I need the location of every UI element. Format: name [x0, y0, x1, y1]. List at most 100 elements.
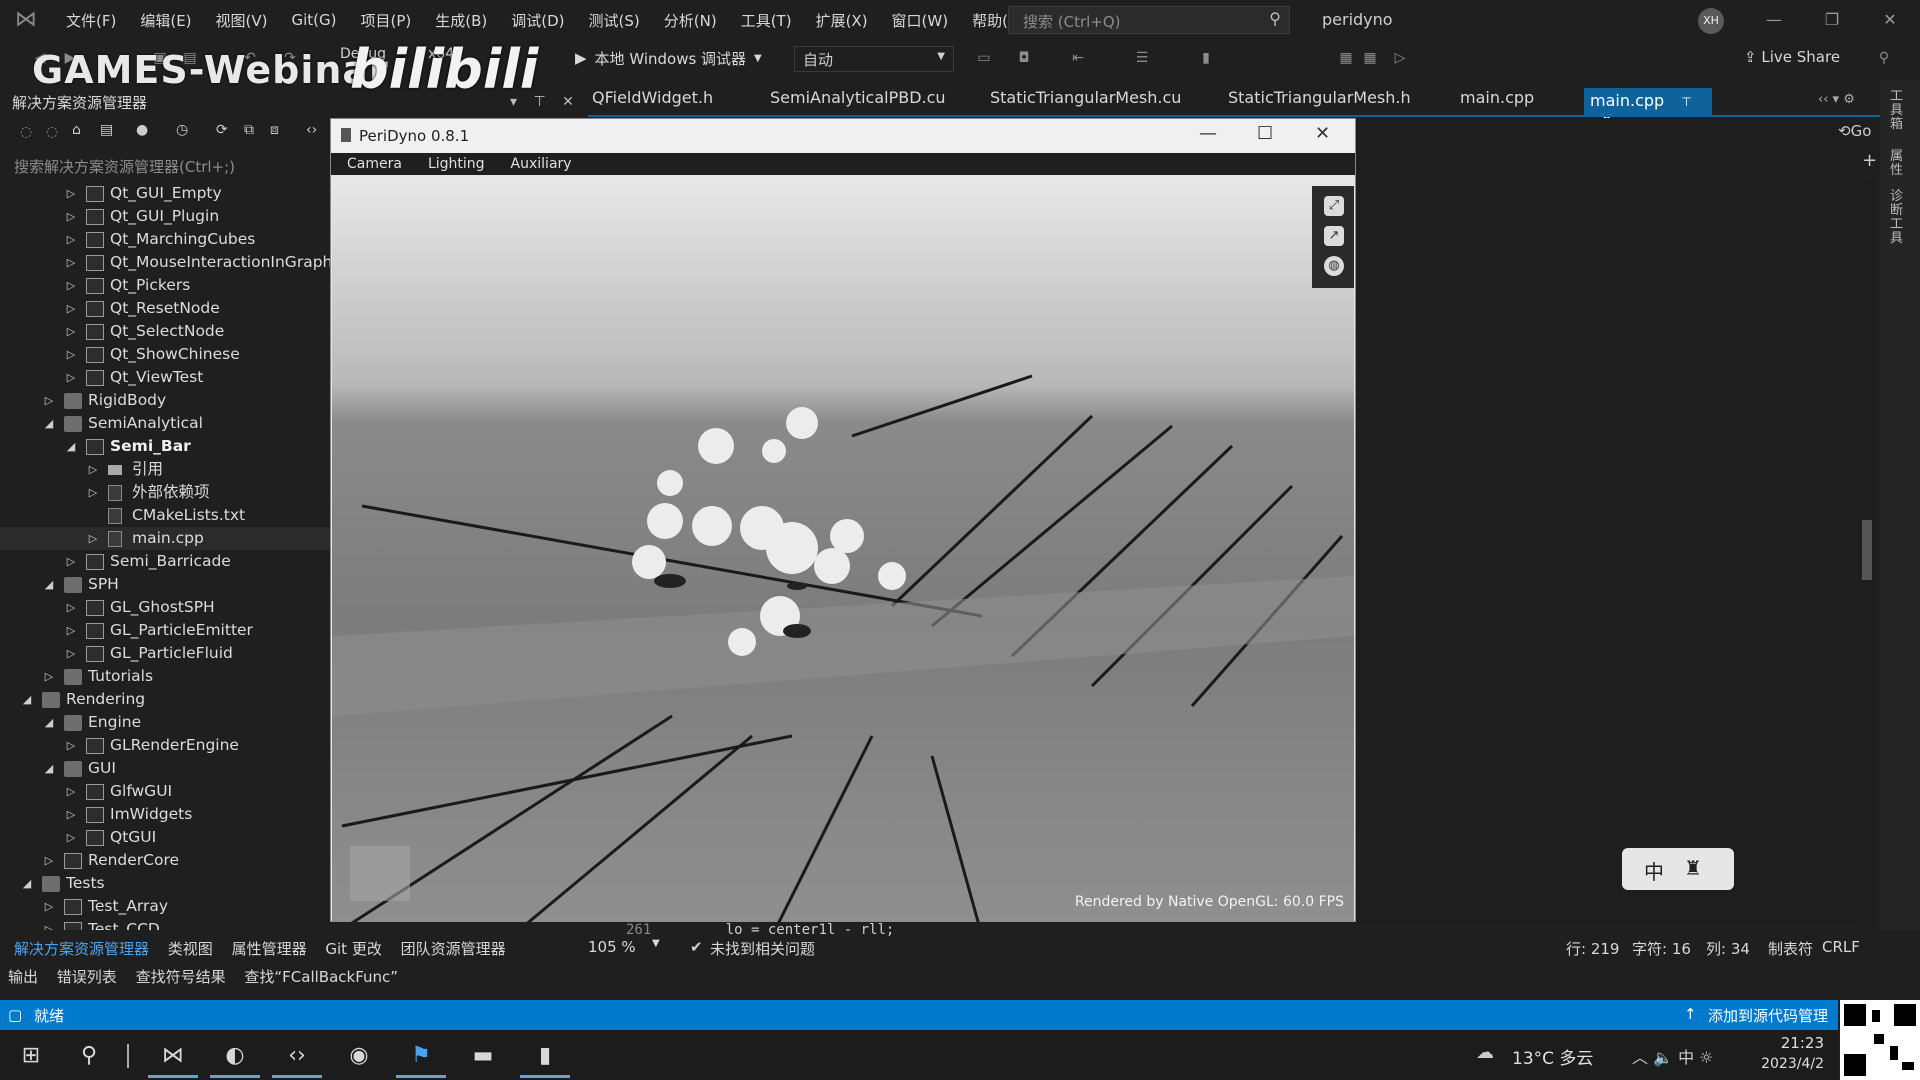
code-editor[interactable] — [1356, 118, 1856, 926]
char-indicator[interactable]: 字符: 16 — [1632, 938, 1691, 959]
menu-build[interactable]: 生成(B) — [423, 10, 499, 31]
collapsed-arrow-icon[interactable]: ▷ — [42, 665, 56, 688]
tree-item[interactable]: ▷ Semi_Barricade — [0, 550, 330, 573]
windows-start-icon[interactable]: ⊞ — [6, 1034, 56, 1078]
menu-view[interactable]: 视图(V) — [204, 10, 280, 31]
tree-item[interactable]: ▷ GL_ParticleEmitter — [0, 619, 330, 642]
close-icon[interactable]: ✕ — [1872, 8, 1908, 32]
tree-item[interactable]: ▷ RenderCore — [0, 849, 330, 872]
close-icon[interactable]: ✕ — [1315, 123, 1330, 144]
collapsed-arrow-icon[interactable]: ▷ — [86, 527, 100, 550]
collapsed-arrow-icon[interactable]: ▷ — [42, 918, 56, 930]
col-indicator[interactable]: 列: 34 — [1706, 938, 1750, 959]
rail-toolbox[interactable]: 工具箱 — [1890, 90, 1908, 132]
pin-icon[interactable]: ⊤ — [533, 94, 545, 110]
tree-item[interactable]: ▷ GLRenderEngine — [0, 734, 330, 757]
show-all-files-icon[interactable]: ⧈ — [270, 122, 279, 138]
tab-property-manager[interactable]: 属性管理器 — [232, 940, 307, 958]
menu-git[interactable]: Git(G) — [280, 11, 349, 29]
menu-analyze[interactable]: 分析(N) — [652, 10, 729, 31]
collapsed-arrow-icon[interactable]: ▷ — [64, 550, 78, 573]
search-input[interactable]: 搜索 (Ctrl+Q) ⚲ — [1008, 6, 1290, 34]
collapsed-arrow-icon[interactable]: ▷ — [64, 297, 78, 320]
add-source-control-button[interactable]: 添加到源代码管理 — [1708, 1005, 1828, 1026]
menu-auxiliary[interactable]: Auxiliary — [511, 156, 572, 172]
notification-icon[interactable]: ▢ — [8, 1006, 22, 1024]
collapsed-arrow-icon[interactable]: ▷ — [64, 596, 78, 619]
indent-icon[interactable]: ☰ — [1132, 50, 1152, 68]
tab-main-cpp-active[interactable]: main.cpp ⊤ ✕ — [1584, 88, 1712, 129]
rail-properties[interactable]: 属性 — [1890, 150, 1908, 178]
tree-item[interactable]: ◢ SPH — [0, 573, 330, 596]
tray-icons[interactable]: ︿ 🔈 中 ☼ — [1632, 1044, 1714, 1068]
collapsed-arrow-icon[interactable]: ▷ — [64, 803, 78, 826]
tree-item[interactable]: ▷ GlfwGUI — [0, 780, 330, 803]
resize-icon[interactable]: ↗ — [1324, 226, 1344, 246]
menu-test[interactable]: 测试(S) — [577, 10, 652, 31]
collapsed-arrow-icon[interactable]: ▷ — [86, 481, 100, 504]
clock-time[interactable]: 21:23 — [1758, 1034, 1824, 1052]
tree-item[interactable]: ▷ Test_CCD — [0, 918, 330, 930]
expanded-arrow-icon[interactable]: ◢ — [20, 688, 34, 711]
tab-main-cpp[interactable]: main.cpp — [1460, 88, 1534, 114]
orientation-cube[interactable] — [350, 846, 410, 901]
collapsed-arrow-icon[interactable]: ▷ — [64, 366, 78, 389]
forward-icon[interactable]: ◌ — [46, 124, 58, 140]
tab-team-explorer[interactable]: 团队资源管理器 — [401, 940, 506, 958]
collapsed-arrow-icon[interactable]: ▷ — [64, 343, 78, 366]
menu-project[interactable]: 项目(P) — [349, 10, 424, 31]
scrollbar-thumb[interactable] — [1862, 520, 1872, 580]
expanded-arrow-icon[interactable]: ◢ — [42, 757, 56, 780]
collapsed-arrow-icon[interactable]: ▷ — [42, 849, 56, 872]
tree-item[interactable]: ◢ Semi_Bar — [0, 435, 330, 458]
camera-icon[interactable]: ◘ — [1014, 50, 1034, 68]
tree-item[interactable]: ▷ ImWidgets — [0, 803, 330, 826]
tree-item[interactable]: ▷ Qt_ShowChinese — [0, 343, 330, 366]
collapsed-arrow-icon[interactable]: ▷ — [64, 205, 78, 228]
clock-date[interactable]: 2023/4/2 — [1736, 1056, 1824, 1072]
tree-item[interactable]: ▷ Qt_ViewTest — [0, 366, 330, 389]
search-icon[interactable]: ⚲ — [64, 1034, 114, 1078]
tab-indicator[interactable]: 制表符 — [1768, 938, 1813, 959]
tree-item[interactable]: ▷ 引用 — [0, 458, 330, 481]
refresh-icon[interactable]: ⟳ — [216, 122, 228, 138]
tab-statictriangularmesh-cu[interactable]: StaticTriangularMesh.cu — [990, 88, 1181, 114]
pin-icon[interactable]: ⊤ — [1681, 95, 1691, 109]
tree-item[interactable]: ▷ RigidBody — [0, 389, 330, 412]
live-share-button[interactable]: ⇪ Live Share — [1744, 48, 1840, 66]
peridyno-titlebar[interactable]: PeriDyno 0.8.1 — ☐ ✕ — [331, 119, 1355, 153]
tab-find-symbol-results[interactable]: 查找符号结果 — [136, 968, 226, 986]
solution-search-input[interactable]: 搜索解决方案资源管理器(Ctrl+;) — [0, 152, 330, 178]
tab-qfieldwidget-h[interactable]: QFieldWidget.h — [592, 88, 713, 114]
tab-find-fcallbackfunc[interactable]: 查找“FCallBackFunc” — [244, 968, 398, 986]
tree-item[interactable]: ▷ Qt_MarchingCubes — [0, 228, 330, 251]
ime-mode[interactable]: 中 — [1644, 856, 1664, 885]
start-debugger-button[interactable]: ▶ 本地 Windows 调试器 ▼ — [575, 46, 762, 70]
tree-item[interactable]: ▷ 外部依赖项 — [0, 481, 330, 504]
chevron-down-icon[interactable]: ▾ — [510, 94, 517, 110]
tree-item[interactable]: ▷ GL_GhostSPH — [0, 596, 330, 619]
tree-item[interactable]: ▷ QtGUI — [0, 826, 330, 849]
avatar[interactable]: XH — [1698, 8, 1724, 34]
collapse-all-icon[interactable]: ⧉ — [244, 122, 254, 138]
tree-item[interactable]: ▷ Qt_GUI_Plugin — [0, 205, 330, 228]
issues-status[interactable]: 未找到相关问题 — [710, 938, 815, 959]
collapsed-arrow-icon[interactable]: ▷ — [64, 228, 78, 251]
expanded-arrow-icon[interactable]: ◢ — [42, 573, 56, 596]
tree-item[interactable]: ▷ main.cpp — [0, 527, 330, 550]
menu-debug[interactable]: 调试(D) — [499, 10, 576, 31]
tree-item[interactable]: ▷ Tutorials — [0, 665, 330, 688]
expanded-arrow-icon[interactable]: ◢ — [42, 711, 56, 734]
line-indicator[interactable]: 行: 219 — [1566, 938, 1619, 959]
tree-item[interactable]: ▷ Qt_SelectNode — [0, 320, 330, 343]
menu-camera[interactable]: Camera — [347, 156, 402, 172]
menu-edit[interactable]: 编辑(E) — [128, 10, 203, 31]
tab-git-changes[interactable]: Git 更改 — [325, 940, 381, 958]
auto-select[interactable]: 自动 ▼ — [794, 46, 954, 72]
collapsed-arrow-icon[interactable]: ▷ — [64, 619, 78, 642]
menu-tools[interactable]: 工具(T) — [729, 10, 804, 31]
chevron-down-icon[interactable]: ▼ — [652, 938, 660, 949]
rebuild-icon[interactable]: ▦ — [1360, 50, 1380, 68]
eol-indicator[interactable]: CRLF — [1822, 938, 1860, 956]
collapsed-arrow-icon[interactable]: ▷ — [64, 274, 78, 297]
